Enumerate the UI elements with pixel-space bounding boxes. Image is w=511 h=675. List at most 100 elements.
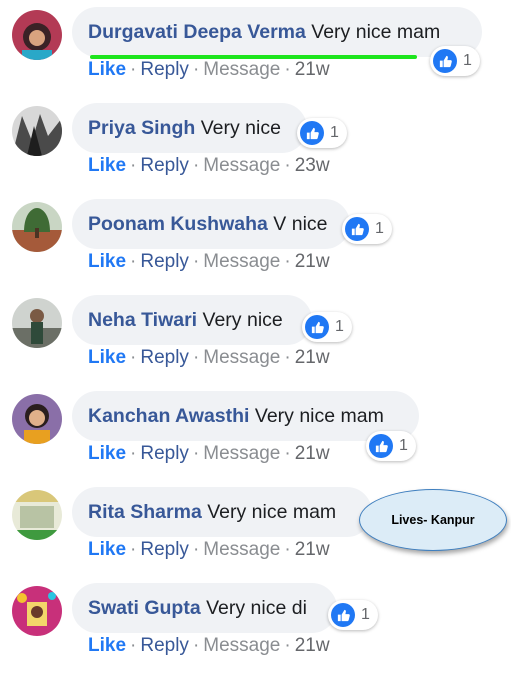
reaction-count[interactable]: 1 [297, 118, 347, 148]
comment-author[interactable]: Swati Gupta [88, 597, 201, 619]
message-link[interactable]: Message [203, 347, 280, 368]
reaction-count[interactable]: 1 [430, 46, 480, 76]
timestamp[interactable]: 21w [295, 635, 330, 656]
separator: · [130, 443, 137, 464]
avatar[interactable] [12, 394, 62, 444]
comment-actions: Like · Reply · Message · 21w [88, 58, 330, 82]
reaction-count-value: 1 [399, 437, 408, 454]
comment-bubble: Swati Gupta Very nice di [72, 583, 337, 633]
timestamp[interactable]: 23w [295, 155, 330, 176]
timestamp[interactable]: 21w [295, 347, 330, 368]
reply-link[interactable]: Reply [140, 59, 189, 80]
comment-author[interactable]: Neha Tiwari [88, 309, 197, 331]
like-link[interactable]: Like [88, 539, 126, 560]
reply-link[interactable]: Reply [140, 539, 189, 560]
reply-link[interactable]: Reply [140, 347, 189, 368]
comment: Kanchan Awasthi Very nice mam 1 Like · Rep… [0, 384, 511, 480]
comment: Durgavati Deepa Verma Very nice mam 1 Li… [0, 0, 511, 96]
separator: · [192, 251, 200, 272]
avatar[interactable] [12, 490, 62, 540]
comment-text: Very nice [200, 117, 281, 139]
separator: · [130, 347, 137, 368]
separator: · [192, 59, 200, 80]
separator: · [130, 539, 137, 560]
comment: Neha Tiwari Very nice 1 Like · Reply · Messa… [0, 288, 511, 384]
comment-text: Very nice [202, 309, 283, 331]
separator: · [284, 539, 291, 560]
avatar[interactable] [12, 202, 62, 252]
separator: · [130, 251, 137, 272]
thumbs-up-icon [345, 217, 369, 241]
reply-link[interactable]: Reply [140, 251, 189, 272]
comment-actions: Like · Reply · Message · 21w [88, 538, 330, 562]
thumbs-up-icon [300, 121, 324, 145]
reaction-count-value: 1 [361, 606, 370, 623]
comment-author[interactable]: Priya Singh [88, 117, 195, 139]
reaction-count-value: 1 [335, 318, 344, 335]
timestamp[interactable]: 21w [295, 443, 330, 464]
reply-link[interactable]: Reply [140, 155, 189, 176]
separator: · [192, 635, 200, 656]
comment-author[interactable]: Kanchan Awasthi [88, 405, 249, 427]
comment-actions: Like · Reply · Message · 21w [88, 346, 330, 370]
like-link[interactable]: Like [88, 251, 126, 272]
comment-bubble: Neha Tiwari Very nice [72, 295, 312, 345]
reaction-count-value: 1 [330, 124, 339, 141]
avatar[interactable] [12, 298, 62, 348]
timestamp[interactable]: 21w [295, 59, 330, 80]
comment-text: Very nice mam [254, 405, 384, 427]
separator: · [284, 59, 291, 80]
timestamp[interactable]: 21w [295, 251, 330, 272]
thumbs-up-icon [305, 315, 329, 339]
like-link[interactable]: Like [88, 635, 126, 656]
comment-text: Very nice mam [207, 501, 337, 523]
reaction-count[interactable]: 1 [342, 214, 392, 244]
comment-actions: Like · Reply · Message · 21w [88, 634, 330, 658]
comment: Poonam Kushwaha V nice 1 Like · Reply · Mess… [0, 192, 511, 288]
comment-bubble: Durgavati Deepa Verma Very nice mam [72, 7, 482, 57]
separator: · [192, 443, 200, 464]
message-link[interactable]: Message [203, 155, 280, 176]
reaction-count[interactable]: 1 [302, 312, 352, 342]
avatar[interactable] [12, 586, 62, 636]
separator: · [192, 539, 200, 560]
reaction-count[interactable]: 1 [328, 600, 378, 630]
message-link[interactable]: Message [203, 443, 280, 464]
like-link[interactable]: Like [88, 443, 126, 464]
reply-link[interactable]: Reply [140, 635, 189, 656]
comment: Swati Gupta Very nice di 1 Like · Reply · Me… [0, 576, 511, 672]
separator: · [130, 155, 137, 176]
comment-actions: Like · Reply · Message · 23w [88, 154, 330, 178]
comment-actions: Like · Reply · Message · 21w [88, 442, 330, 466]
separator: · [284, 347, 291, 368]
separator: · [284, 155, 291, 176]
comment-author[interactable]: Poonam Kushwaha [88, 213, 268, 235]
reaction-count-value: 1 [463, 52, 472, 69]
comment: Priya Singh Very nice 1 Like · Reply · Messa… [0, 96, 511, 192]
reaction-count[interactable]: 1 [366, 431, 416, 461]
avatar[interactable] [12, 10, 62, 60]
message-link[interactable]: Message [203, 59, 280, 80]
message-link[interactable]: Message [203, 251, 280, 272]
comment-actions: Like · Reply · Message · 21w [88, 250, 330, 274]
separator: · [284, 251, 291, 272]
comment-text: Very nice di [206, 597, 307, 619]
reaction-count-value: 1 [375, 220, 384, 237]
comment-text: Very nice mam [311, 21, 441, 43]
thumbs-up-icon [369, 434, 393, 458]
like-link[interactable]: Like [88, 155, 126, 176]
reply-link[interactable]: Reply [140, 443, 189, 464]
comment-author[interactable]: Durgavati Deepa Verma [88, 21, 306, 43]
message-link[interactable]: Message [203, 539, 280, 560]
message-link[interactable]: Message [203, 635, 280, 656]
separator: · [130, 59, 137, 80]
comment-bubble: Poonam Kushwaha V nice [72, 199, 350, 249]
timestamp[interactable]: 21w [295, 539, 330, 560]
comment-bubble: Priya Singh Very nice [72, 103, 307, 153]
comment-author[interactable]: Rita Sharma [88, 501, 202, 523]
thumbs-up-icon [433, 49, 457, 73]
callout-text: Lives- Kanpur [391, 513, 475, 527]
avatar[interactable] [12, 106, 62, 156]
like-link[interactable]: Like [88, 59, 126, 80]
like-link[interactable]: Like [88, 347, 126, 368]
